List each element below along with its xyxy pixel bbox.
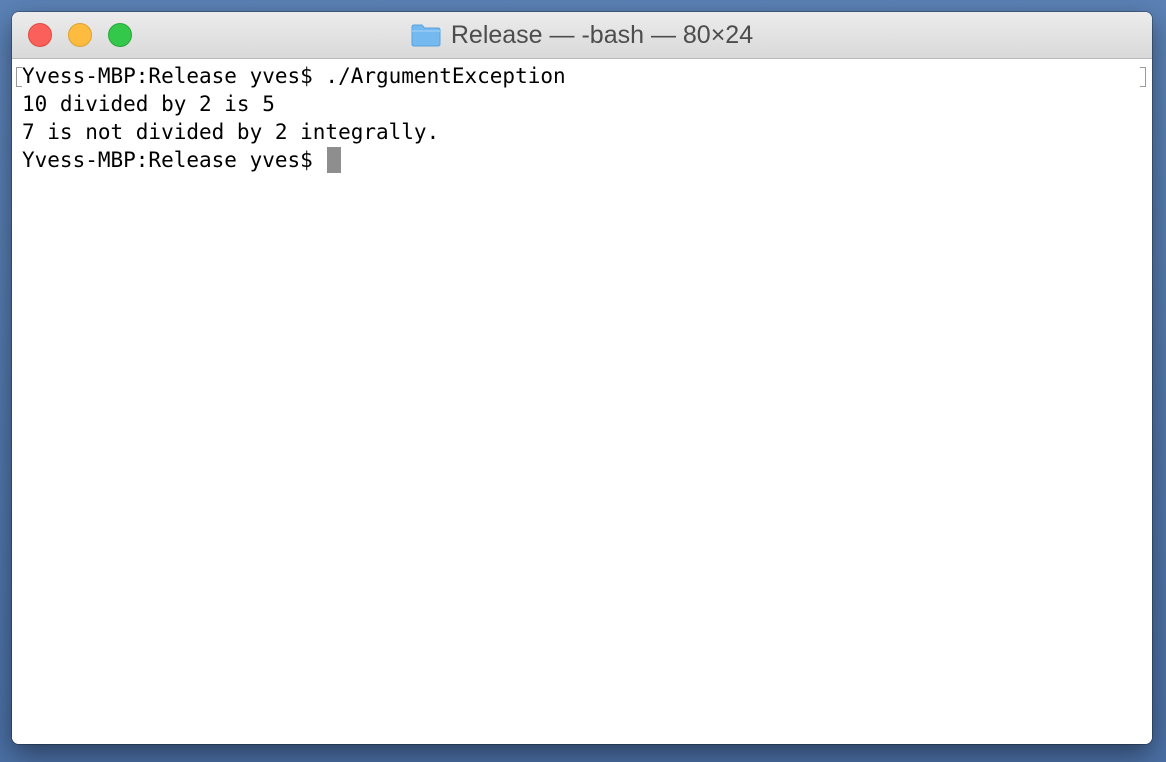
terminal-output: Yvess-MBP:Release yves$ ./ArgumentExcept… [22,62,566,174]
folder-icon [411,23,441,47]
terminal-prompt-line[interactable]: Yvess-MBP:Release yves$ [22,146,566,174]
window-title: Release — -bash — 80×24 [450,20,754,49]
terminal-line: Yvess-MBP:Release yves$ ./ArgumentExcept… [22,64,566,88]
right-bracket-marker [1140,67,1146,87]
terminal-line: 10 divided by 2 is 5 [22,92,275,116]
desktop-background: Release — -bash — 80×24 Yvess-MBP:Releas… [0,0,1166,762]
prompt-text: Yvess-MBP:Release yves$ [22,148,326,172]
title-bar[interactable]: Release — -bash — 80×24 [12,12,1152,59]
text-cursor [327,147,342,173]
terminal-window[interactable]: Release — -bash — 80×24 Yvess-MBP:Releas… [12,12,1152,744]
window-title-area: Release — -bash — 80×24 [12,12,1152,58]
terminal-content[interactable]: Yvess-MBP:Release yves$ ./ArgumentExcept… [12,59,1152,744]
terminal-line: 7 is not divided by 2 integrally. [22,120,440,144]
